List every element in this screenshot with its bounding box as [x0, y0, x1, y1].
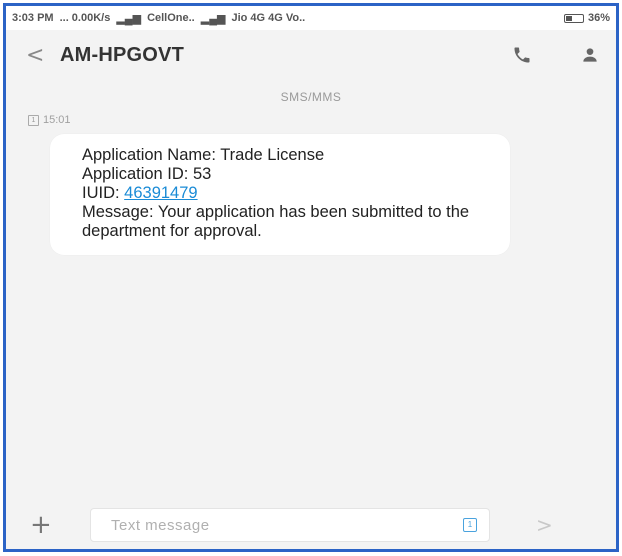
message-composer: + 1 >	[6, 501, 616, 549]
iuid-link[interactable]: 46391479	[124, 184, 197, 202]
message-line-iuid: IUID: 46391479	[82, 184, 492, 203]
text-message-input[interactable]	[109, 515, 463, 535]
message-line-application-id: Application ID: 53	[82, 165, 212, 183]
message-bubble[interactable]: Application Name: Trade License Applicat…	[50, 134, 510, 255]
back-chevron-icon[interactable]: <	[26, 43, 60, 68]
battery-indicator: 36%	[563, 12, 610, 24]
message-time: 15:01	[43, 114, 71, 126]
plus-icon[interactable]: +	[30, 510, 90, 540]
battery-level: 36%	[587, 12, 610, 24]
sim-card-icon: 1	[28, 114, 39, 126]
battery-icon	[563, 13, 584, 23]
channel-label: SMS/MMS	[280, 90, 342, 104]
message-timestamp: 1 15:01	[28, 114, 616, 126]
signal-icon: ▂▄▆	[116, 12, 142, 25]
message-body: Message: Your application has been submi…	[82, 203, 470, 240]
conversation-header: < AM-HPGOVT	[6, 30, 616, 80]
phone-screen: 3:03 PM ... 0.00K/s ▂▄▆ CellOne.. ▂▄▆ Ji…	[3, 3, 619, 552]
iuid-label: IUID:	[82, 184, 125, 202]
status-carrier-2: Jio 4G 4G Vo..	[231, 12, 306, 24]
status-bar: 3:03 PM ... 0.00K/s ▂▄▆ CellOne.. ▂▄▆ Ji…	[6, 6, 616, 30]
status-time: 3:03 PM	[12, 12, 54, 24]
status-data-speed: ... 0.00K/s	[59, 12, 111, 24]
header-actions	[510, 43, 602, 67]
sim-card-icon[interactable]: 1	[463, 518, 477, 532]
person-icon[interactable]	[578, 43, 602, 67]
status-carrier-1: CellOne..	[147, 12, 195, 24]
message-line-application-name: Application Name: Trade License	[82, 146, 325, 164]
send-icon[interactable]: >	[536, 513, 553, 537]
contact-name: AM-HPGOVT	[60, 43, 185, 66]
signal-icon-2: ▂▄▆	[200, 12, 226, 25]
message-input-wrapper: 1	[90, 508, 490, 542]
phone-icon[interactable]	[510, 43, 534, 67]
